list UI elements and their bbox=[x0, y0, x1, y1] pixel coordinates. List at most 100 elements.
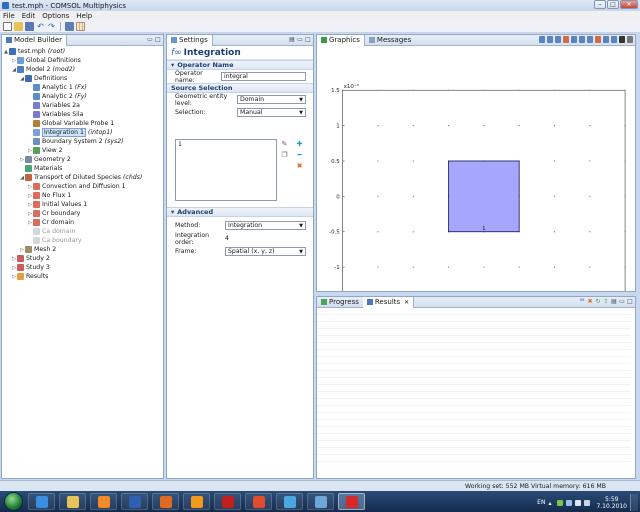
open-folder-icon[interactable] bbox=[14, 22, 23, 31]
save-app-taskbar-button[interactable] bbox=[121, 493, 148, 510]
grid-tool-icon[interactable] bbox=[76, 22, 85, 31]
volume-icon[interactable] bbox=[584, 499, 591, 506]
minimize-panel-icon[interactable]: ▭ bbox=[619, 298, 625, 305]
tab-progress[interactable]: Progress bbox=[317, 297, 363, 308]
tray-app-icon[interactable] bbox=[557, 499, 564, 506]
panel-menu-icon[interactable]: ▤ bbox=[289, 36, 295, 43]
table-format-icon[interactable]: ⁸⁸ bbox=[579, 298, 585, 305]
maximize-panel-icon[interactable]: □ bbox=[305, 36, 311, 43]
tree-node[interactable]: ◢ Transport of Diluted Species (chds) bbox=[3, 173, 163, 182]
frame-select[interactable]: Spatial (x, y, z) ▼ bbox=[225, 247, 306, 256]
section-advanced[interactable]: ▾ Advanced bbox=[167, 207, 313, 217]
redo-icon[interactable]: ↷ bbox=[47, 22, 56, 31]
save-icon[interactable] bbox=[25, 22, 34, 31]
window-taskbar-button[interactable] bbox=[307, 493, 334, 510]
selection-select[interactable]: Manual ▼ bbox=[237, 108, 306, 117]
minimize-panel-icon[interactable]: ▭ bbox=[147, 36, 153, 43]
tree-node[interactable]: ▷ Initial Values 1 bbox=[3, 200, 163, 209]
firefox-taskbar-button[interactable] bbox=[152, 493, 179, 510]
tree-node[interactable]: ▷ Geometry 2 bbox=[3, 155, 163, 164]
maximize-panel-icon[interactable]: □ bbox=[155, 36, 161, 43]
tree-node[interactable]: ▷ Study 2 bbox=[3, 254, 163, 263]
zoom-in-icon[interactable] bbox=[547, 36, 553, 43]
tree-node[interactable]: ◢ Model 2 (mod2) bbox=[3, 65, 163, 74]
tab-results[interactable]: Results ✕ bbox=[362, 297, 415, 308]
paint-taskbar-button[interactable] bbox=[245, 493, 272, 510]
paste-selection-icon[interactable]: ✎ bbox=[281, 141, 288, 148]
grid-toggle-icon[interactable] bbox=[603, 36, 609, 43]
tab-messages[interactable]: Messages bbox=[365, 35, 415, 46]
minimize-panel-icon[interactable]: ▭ bbox=[297, 36, 303, 43]
update-results-icon[interactable]: ↻ bbox=[595, 298, 601, 305]
new-file-icon[interactable] bbox=[3, 22, 12, 31]
tree-node[interactable]: ▷ No Flux 1 bbox=[3, 191, 163, 200]
clear-results-icon[interactable]: ✖ bbox=[587, 298, 593, 305]
tree-node[interactable]: ▷ Study 3 bbox=[3, 263, 163, 272]
tab-model-builder[interactable]: Model Builder bbox=[2, 34, 67, 46]
graphics-plot[interactable]: -2-1.5-1-0.500.511.521.510.50-0.5-1-1.51… bbox=[317, 46, 631, 292]
menu-options[interactable]: Options bbox=[42, 12, 69, 20]
section-operator-name[interactable]: ▾ Operator Name bbox=[167, 60, 313, 70]
maximize-button[interactable]: □ bbox=[607, 0, 619, 9]
clock[interactable]: 5:59 7.10.2010 bbox=[596, 496, 627, 510]
panel-menu-icon[interactable]: ▤ bbox=[611, 298, 617, 305]
vlc-taskbar-button[interactable] bbox=[183, 493, 210, 510]
menu-file[interactable]: File bbox=[3, 12, 15, 20]
clear-selection-icon[interactable]: ✖ bbox=[296, 163, 303, 170]
flag-icon[interactable] bbox=[575, 499, 582, 506]
tree-node[interactable]: ▷ Convection and Diffusion 1 bbox=[3, 182, 163, 191]
tab-graphics[interactable]: Graphics bbox=[317, 35, 365, 46]
entity-level-select[interactable]: Domain ▼ bbox=[237, 95, 306, 104]
close-button[interactable]: ✕ bbox=[620, 0, 638, 9]
tree-node[interactable]: Global Variable Probe 1 bbox=[3, 119, 163, 128]
show-desktop-button[interactable] bbox=[630, 494, 638, 511]
tree-node[interactable]: Integration 1 (intop1) bbox=[3, 128, 163, 137]
close-icon[interactable]: ✕ bbox=[404, 299, 409, 306]
tree-node[interactable]: Variables 2a bbox=[3, 101, 163, 110]
zoom-box-icon[interactable] bbox=[539, 36, 545, 43]
minimize-button[interactable]: – bbox=[594, 0, 606, 9]
network-icon[interactable] bbox=[566, 499, 573, 506]
build-tool-icon[interactable] bbox=[65, 22, 74, 31]
tree-node[interactable]: Ca boundary bbox=[3, 236, 163, 245]
tray-chevron-icon[interactable]: ▴ bbox=[548, 500, 554, 507]
ie-taskbar-button[interactable] bbox=[28, 493, 55, 510]
zoom-extents-icon[interactable] bbox=[563, 36, 569, 43]
tree-node[interactable]: Analytic 1 (Fx) bbox=[3, 83, 163, 92]
integration-order-input[interactable]: 4 bbox=[225, 235, 229, 242]
select-point-icon[interactable] bbox=[587, 36, 593, 43]
select-domain-icon[interactable] bbox=[571, 36, 577, 43]
transparency-icon[interactable] bbox=[595, 36, 601, 43]
tree-node[interactable]: ▷ Results bbox=[3, 272, 163, 281]
acrobat-taskbar-button[interactable] bbox=[214, 493, 241, 510]
copy-selection-icon[interactable]: ❐ bbox=[281, 152, 288, 159]
tree-node[interactable]: Boundary System 2 (sys2) bbox=[3, 137, 163, 146]
snapshot-icon[interactable] bbox=[619, 36, 625, 43]
axis-toggle-icon[interactable] bbox=[611, 36, 617, 43]
tree-node[interactable]: ▷ View 2 bbox=[3, 146, 163, 155]
section-source-selection[interactable]: Source Selection bbox=[167, 83, 313, 93]
media-player-taskbar-button[interactable] bbox=[90, 493, 117, 510]
start-button[interactable] bbox=[4, 492, 23, 511]
tree-node[interactable]: Analytic 2 (Fy) bbox=[3, 92, 163, 101]
skype-taskbar-button[interactable] bbox=[276, 493, 303, 510]
undo-icon[interactable]: ↶ bbox=[36, 22, 45, 31]
tree-node[interactable]: Ca domain bbox=[3, 227, 163, 236]
tree-node[interactable]: ◢ Definitions bbox=[3, 74, 163, 83]
tree-node[interactable]: ▷ Cr boundary bbox=[3, 209, 163, 218]
tree-node[interactable]: Materials bbox=[3, 164, 163, 173]
export-results-icon[interactable]: ⇪ bbox=[603, 298, 609, 305]
zoom-out-icon[interactable] bbox=[555, 36, 561, 43]
menu-edit[interactable]: Edit bbox=[22, 12, 36, 20]
tree-node[interactable]: ▷ Global Definitions bbox=[3, 56, 163, 65]
selection-list-item[interactable]: 1 bbox=[178, 141, 274, 148]
comsol-taskbar-button[interactable] bbox=[338, 493, 365, 510]
tab-settings[interactable]: Settings bbox=[167, 34, 213, 46]
explorer-taskbar-button[interactable] bbox=[59, 493, 86, 510]
language-indicator[interactable]: EN bbox=[537, 499, 545, 506]
selection-list[interactable]: 1 bbox=[175, 139, 277, 201]
maximize-panel-icon[interactable]: □ bbox=[627, 298, 633, 305]
tree-node[interactable]: ▷ Cr domain bbox=[3, 218, 163, 227]
select-boundary-icon[interactable] bbox=[579, 36, 585, 43]
tree-node[interactable]: ▲ test.mph (root) bbox=[3, 47, 163, 56]
